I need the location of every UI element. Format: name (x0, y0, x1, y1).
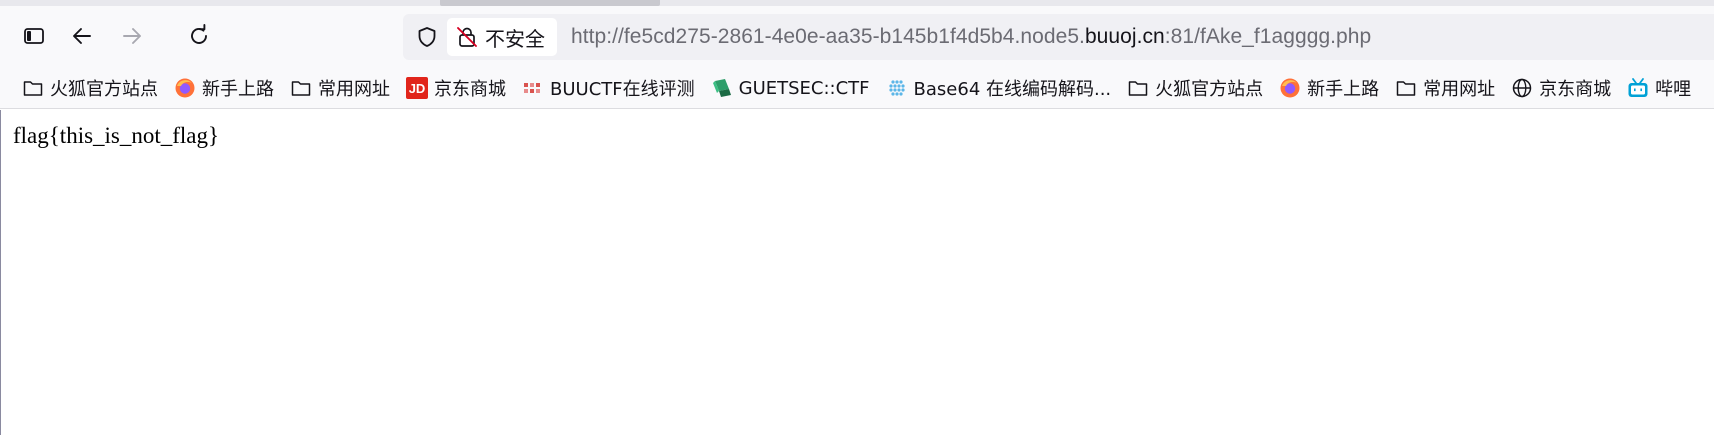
security-status-label: 不安全 (485, 26, 545, 51)
insecure-lock-icon (457, 27, 477, 47)
bookmark-folder-common-sites[interactable]: 常用网址 (286, 72, 398, 104)
firefox-icon (1279, 77, 1301, 99)
firefox-icon (174, 77, 196, 99)
forward-button[interactable] (112, 16, 152, 56)
bookmark-label: 京东商城 (1539, 79, 1612, 100)
reload-icon (191, 24, 207, 44)
bookmark-label: 新手上路 (1307, 79, 1380, 100)
bookmark-folder-firefox-sites[interactable]: 火狐官方站点 (18, 72, 166, 104)
back-arrow-icon (73, 28, 91, 44)
sidebar-button[interactable] (14, 16, 54, 56)
bookmark-base64[interactable]: Base64 在线编码解码... (882, 72, 1120, 104)
bookmark-getting-started-2[interactable]: 新手上路 (1275, 72, 1387, 104)
globe-icon (1511, 77, 1533, 99)
reload-button[interactable] (179, 16, 219, 56)
bookmark-buuctf[interactable]: BUUCTF在线评测 (518, 72, 703, 104)
bookmark-jd[interactable]: JD 京东商城 (402, 72, 514, 104)
folder-icon (22, 77, 44, 99)
bookmark-label: 京东商城 (434, 79, 506, 100)
sidebar-icon (24, 28, 44, 44)
bookmark-folder-common-sites-2[interactable]: 常用网址 (1391, 72, 1503, 104)
bookmark-label: BUUCTF在线评测 (550, 79, 695, 100)
site-identity-button[interactable]: 不安全 (447, 18, 557, 56)
folder-icon (1127, 77, 1149, 99)
browser-chrome: 不安全 http://fe5cd275-2861-4e0e-aa35-b145b… (0, 0, 1714, 109)
bookmark-guetsec[interactable]: GUETSEC::CTF (707, 72, 878, 104)
bilibili-icon (1627, 77, 1649, 99)
bookmark-label: 火狐官方站点 (50, 79, 158, 100)
forward-arrow-icon (123, 28, 141, 44)
svg-text:JD: JD (409, 81, 426, 96)
bookmark-label: 火狐官方站点 (1155, 79, 1264, 100)
bookmark-label: GUETSEC::CTF (738, 77, 870, 99)
bookmarks-toolbar: 火狐官方站点 新手上路 常用网址 JD 京东商城 BUUCTF在线评测 GUET… (0, 70, 1714, 106)
bookmark-getting-started[interactable]: 新手上路 (170, 72, 282, 104)
guetsec-icon (711, 77, 733, 99)
base64-icon (886, 77, 908, 99)
bookmark-jd-2[interactable]: 京东商城 (1507, 72, 1619, 104)
back-button[interactable] (62, 16, 102, 56)
url-domain: buuoj.cn (1084, 25, 1165, 48)
bookmark-label: 新手上路 (202, 79, 274, 100)
tracking-protection-button[interactable] (409, 19, 445, 55)
jd-icon: JD (406, 77, 428, 99)
folder-icon (1395, 77, 1417, 99)
bookmark-label: 哔哩 (1655, 79, 1692, 100)
url-text[interactable]: http://fe5cd275-2861-4e0e-aa35-b145b1f4d… (571, 14, 1371, 60)
bookmark-label: 常用网址 (318, 79, 390, 100)
bookmark-label: Base64 在线编码解码... (913, 79, 1112, 100)
bookmark-bilibili[interactable]: 哔哩 (1623, 72, 1699, 104)
shield-icon (418, 27, 436, 47)
window-edge (0, 110, 1, 435)
bookmark-folder-firefox-sites-2[interactable]: 火狐官方站点 (1123, 72, 1271, 104)
url-bar[interactable]: 不安全 http://fe5cd275-2861-4e0e-aa35-b145b… (403, 14, 1714, 60)
bookmark-label: 常用网址 (1423, 79, 1496, 100)
buuctf-icon (522, 77, 544, 99)
navigation-toolbar: 不安全 http://fe5cd275-2861-4e0e-aa35-b145b… (0, 6, 1714, 66)
page-body-text: flag{this_is_not_flag} (13, 123, 220, 148)
url-prefix: http://fe5cd275-2861-4e0e-aa35-b145b1f4d… (571, 25, 1085, 48)
folder-icon (290, 77, 312, 99)
url-suffix: :81/fAke_f1agggg.php (1164, 25, 1372, 48)
page-content: flag{this_is_not_flag} (0, 110, 1714, 435)
